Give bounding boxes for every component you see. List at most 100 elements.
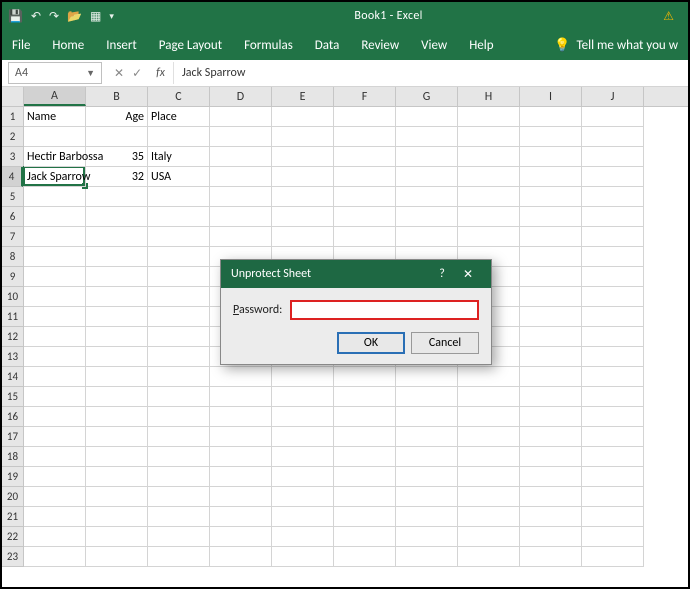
cell[interactable] — [148, 367, 210, 387]
tab-view[interactable]: View — [421, 38, 447, 53]
cell[interactable] — [272, 507, 334, 527]
row-header[interactable]: 9 — [2, 267, 23, 287]
row-header[interactable]: 6 — [2, 207, 23, 227]
chevron-down-icon[interactable]: ▼ — [86, 68, 95, 79]
tab-file[interactable]: File — [12, 38, 30, 53]
cell[interactable] — [210, 447, 272, 467]
cell[interactable] — [148, 387, 210, 407]
cell[interactable] — [458, 427, 520, 447]
cell[interactable] — [582, 127, 644, 147]
cell[interactable] — [24, 207, 86, 227]
cell[interactable] — [582, 387, 644, 407]
tab-review[interactable]: Review — [361, 38, 399, 53]
cell[interactable] — [396, 147, 458, 167]
redo-icon[interactable]: ↷ — [49, 9, 59, 24]
cell[interactable] — [148, 287, 210, 307]
cell[interactable] — [396, 487, 458, 507]
cell[interactable] — [582, 507, 644, 527]
tab-help[interactable]: Help — [469, 38, 493, 53]
tell-me-search[interactable]: 💡 Tell me what you w — [554, 38, 678, 53]
cell[interactable] — [458, 527, 520, 547]
cell[interactable] — [272, 107, 334, 127]
cell[interactable] — [396, 187, 458, 207]
cell[interactable] — [86, 287, 148, 307]
tab-insert[interactable]: Insert — [106, 38, 137, 53]
password-input[interactable] — [290, 300, 479, 320]
cell[interactable]: 32 — [86, 167, 148, 187]
cell[interactable] — [148, 327, 210, 347]
cell[interactable] — [24, 327, 86, 347]
cell[interactable] — [334, 467, 396, 487]
cell[interactable] — [396, 167, 458, 187]
cell[interactable] — [396, 387, 458, 407]
cell[interactable] — [24, 227, 86, 247]
cell[interactable] — [24, 427, 86, 447]
cell[interactable] — [86, 307, 148, 327]
cell[interactable] — [582, 187, 644, 207]
cell[interactable] — [86, 247, 148, 267]
cell[interactable] — [210, 147, 272, 167]
tab-page-layout[interactable]: Page Layout — [159, 38, 222, 53]
cell[interactable] — [86, 127, 148, 147]
cell[interactable] — [334, 167, 396, 187]
cell[interactable] — [334, 427, 396, 447]
row-header[interactable]: 15 — [2, 387, 23, 407]
cell[interactable] — [582, 107, 644, 127]
cell[interactable] — [24, 287, 86, 307]
cell[interactable] — [86, 347, 148, 367]
cell[interactable] — [210, 427, 272, 447]
cell[interactable] — [582, 287, 644, 307]
cell[interactable] — [86, 407, 148, 427]
column-header-C[interactable]: C — [148, 87, 210, 106]
row-header[interactable]: 2 — [2, 127, 23, 147]
cell[interactable] — [272, 527, 334, 547]
cell[interactable] — [210, 187, 272, 207]
name-box[interactable]: A4 ▼ — [8, 62, 102, 84]
cell[interactable] — [86, 427, 148, 447]
cell[interactable] — [148, 487, 210, 507]
cell[interactable] — [334, 387, 396, 407]
cell[interactable] — [24, 507, 86, 527]
cell[interactable] — [334, 187, 396, 207]
cell[interactable] — [86, 447, 148, 467]
cell[interactable] — [272, 127, 334, 147]
cell[interactable] — [582, 447, 644, 467]
cell[interactable] — [86, 547, 148, 567]
cell[interactable] — [272, 147, 334, 167]
cell[interactable] — [520, 207, 582, 227]
cell[interactable] — [458, 407, 520, 427]
cell[interactable] — [86, 327, 148, 347]
row-header[interactable]: 21 — [2, 507, 23, 527]
cell[interactable] — [396, 367, 458, 387]
cell[interactable] — [520, 127, 582, 147]
cell[interactable] — [458, 387, 520, 407]
cell[interactable] — [148, 447, 210, 467]
cell[interactable] — [520, 267, 582, 287]
cell[interactable] — [582, 427, 644, 447]
row-header[interactable]: 19 — [2, 467, 23, 487]
row-header[interactable]: 7 — [2, 227, 23, 247]
cell[interactable] — [272, 447, 334, 467]
cell[interactable]: Jack Sparrow — [24, 167, 86, 187]
cell[interactable] — [86, 187, 148, 207]
cell[interactable] — [396, 107, 458, 127]
cell[interactable] — [458, 547, 520, 567]
cell[interactable] — [272, 187, 334, 207]
accept-formula-icon[interactable]: ✓ — [132, 66, 142, 81]
cell[interactable] — [24, 347, 86, 367]
cell[interactable] — [24, 187, 86, 207]
cell[interactable] — [396, 227, 458, 247]
cell[interactable] — [210, 387, 272, 407]
cell[interactable] — [520, 327, 582, 347]
cell[interactable] — [24, 407, 86, 427]
open-icon[interactable]: 📂 — [67, 9, 82, 24]
cell[interactable]: Hectir Barbossa — [24, 147, 86, 167]
cell[interactable] — [582, 407, 644, 427]
cell[interactable] — [210, 547, 272, 567]
select-all-corner[interactable] — [2, 87, 24, 106]
cell[interactable] — [272, 387, 334, 407]
cell[interactable] — [458, 167, 520, 187]
cell[interactable] — [148, 547, 210, 567]
ok-button[interactable]: OK — [337, 332, 405, 354]
row-header[interactable]: 18 — [2, 447, 23, 467]
